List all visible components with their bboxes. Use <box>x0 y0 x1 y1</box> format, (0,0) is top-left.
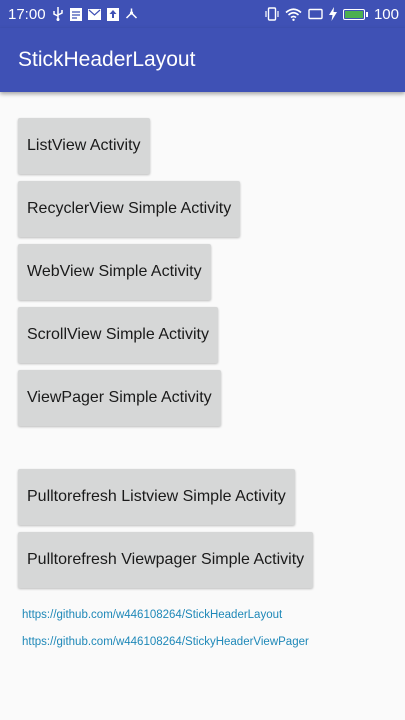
status-time: 17:00 <box>8 5 46 23</box>
usb-icon <box>52 7 64 21</box>
scrollview-activity-button[interactable]: ScrollView Simple Activity <box>18 307 218 363</box>
pulltorefresh-viewpager-button[interactable]: Pulltorefresh Viewpager Simple Activity <box>18 532 314 588</box>
upload-icon <box>106 7 119 21</box>
app-bar: StickHeaderLayout <box>0 28 405 92</box>
listview-activity-button[interactable]: ListView Activity <box>18 118 150 174</box>
app-title: StickHeaderLayout <box>18 48 196 71</box>
charging-icon <box>328 7 337 21</box>
note-icon <box>69 7 82 21</box>
webview-activity-button[interactable]: WebView Simple Activity <box>18 244 211 300</box>
wifi-icon <box>285 7 302 21</box>
mail-icon <box>87 8 101 20</box>
stickheaderlayout-link[interactable]: https://github.com/w446108264/StickHeade… <box>22 609 282 621</box>
vibrate-icon <box>265 7 279 21</box>
status-bar: 17:00 100 <box>0 0 405 28</box>
pulltorefresh-listview-button[interactable]: Pulltorefresh Listview Simple Activity <box>18 469 295 525</box>
screen-icon <box>308 8 323 20</box>
share-icon <box>125 8 138 20</box>
viewpager-activity-button[interactable]: ViewPager Simple Activity <box>18 370 221 426</box>
battery-level: 100 <box>373 5 399 23</box>
battery-icon <box>342 8 368 20</box>
recyclerview-activity-button[interactable]: RecyclerView Simple Activity <box>18 181 241 237</box>
stickyheaderviewpager-link[interactable]: https://github.com/w446108264/StickyHead… <box>22 636 309 648</box>
